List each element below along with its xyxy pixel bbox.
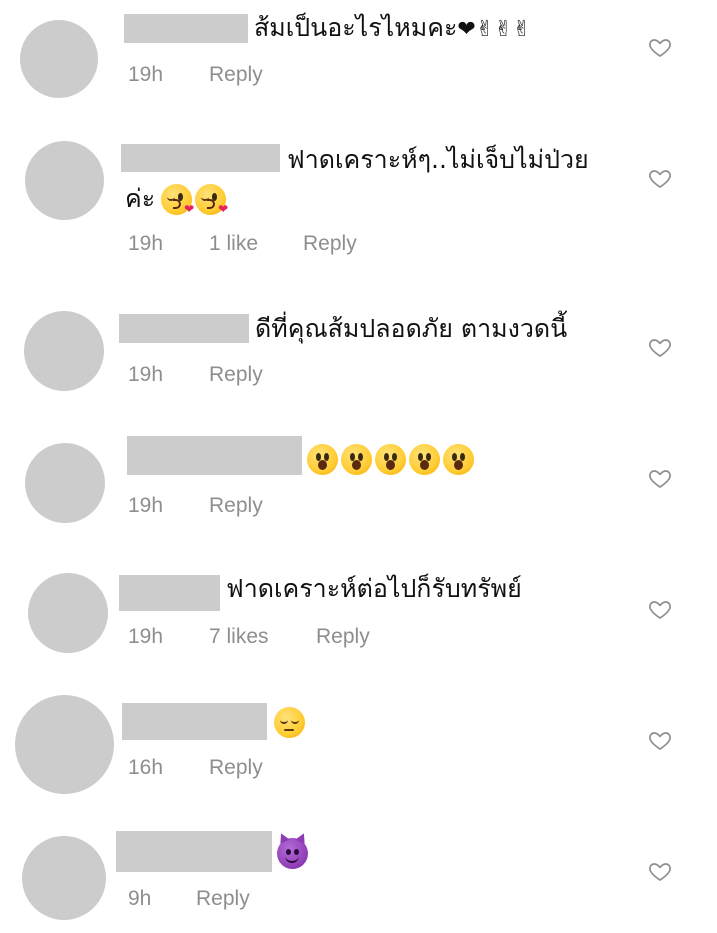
smiling-face-with-horns-icon	[276, 831, 309, 869]
avatar[interactable]	[25, 443, 105, 523]
username-redacted[interactable]	[119, 575, 220, 611]
reply-button[interactable]: Reply	[196, 885, 250, 913]
reply-button[interactable]: Reply	[209, 61, 263, 89]
reply-button[interactable]: Reply	[209, 492, 263, 520]
comment-time: 16h	[128, 756, 164, 779]
likes-count[interactable]: 7 likes	[209, 623, 269, 651]
username-redacted[interactable]	[116, 831, 272, 872]
comment-text-line2-body: ค่ะ	[125, 184, 156, 213]
reply-button[interactable]: Reply	[209, 754, 263, 782]
comment-text-symbols: ❤✌✌✌	[457, 17, 532, 42]
username-redacted[interactable]	[121, 144, 280, 172]
comment-text-body: ส้มเป็นอะไรไหมคะ	[254, 13, 458, 42]
face-open-mouth-icon	[341, 444, 372, 475]
comment-time: 19h	[128, 363, 164, 386]
avatar[interactable]	[28, 573, 108, 653]
comment-time: 19h	[128, 63, 164, 86]
comment-text: ส้มเป็นอะไรไหมคะ❤✌✌✌	[254, 9, 531, 49]
face-blowing-kiss-icon: ❤	[195, 183, 228, 215]
comment-emoji: ❤ ❤	[161, 183, 228, 215]
avatar[interactable]	[15, 695, 114, 794]
like-heart-icon[interactable]	[648, 597, 672, 621]
username-redacted[interactable]	[122, 703, 267, 740]
like-heart-icon[interactable]	[648, 35, 672, 59]
like-heart-icon[interactable]	[648, 728, 672, 752]
comment-emoji	[274, 707, 305, 738]
pensive-face-icon	[274, 707, 305, 738]
username-redacted[interactable]	[124, 14, 248, 43]
like-heart-icon[interactable]	[648, 335, 672, 359]
comment-time: 19h	[128, 625, 164, 648]
like-heart-icon[interactable]	[648, 859, 672, 883]
face-blowing-kiss-icon: ❤	[161, 183, 194, 215]
like-heart-icon[interactable]	[648, 166, 672, 190]
likes-count[interactable]: 1 like	[209, 230, 258, 258]
like-heart-icon[interactable]	[648, 466, 672, 490]
face-open-mouth-icon	[409, 444, 440, 475]
comment-emoji	[307, 444, 474, 475]
face-open-mouth-icon	[307, 444, 338, 475]
comment-time: 19h	[128, 232, 164, 255]
face-open-mouth-icon	[375, 444, 406, 475]
comment-text-line1: ฟาดเคราะห์ๆ..ไม่เจ็บไม่ป่วย	[287, 145, 589, 174]
face-open-mouth-icon	[443, 444, 474, 475]
comment-text-line2: ค่ะ ❤ ❤	[125, 180, 228, 218]
comment-emoji	[276, 831, 309, 869]
username-redacted[interactable]	[127, 436, 302, 475]
avatar[interactable]	[24, 311, 104, 391]
comment-text: ดีที่คุณส้มปลอดภัย ตามงวดนี้	[255, 314, 568, 343]
reply-button[interactable]: Reply	[209, 361, 263, 389]
comment-time: 9h	[128, 887, 152, 910]
username-redacted[interactable]	[119, 314, 249, 343]
comment-text: ฟาดเคราะห์ต่อไปก็รับทรัพย์	[226, 574, 522, 603]
reply-button[interactable]: Reply	[316, 623, 370, 651]
comment-time: 19h	[128, 494, 164, 517]
avatar[interactable]	[25, 141, 104, 220]
reply-button[interactable]: Reply	[303, 230, 357, 258]
avatar[interactable]	[22, 836, 106, 920]
avatar[interactable]	[20, 20, 98, 98]
